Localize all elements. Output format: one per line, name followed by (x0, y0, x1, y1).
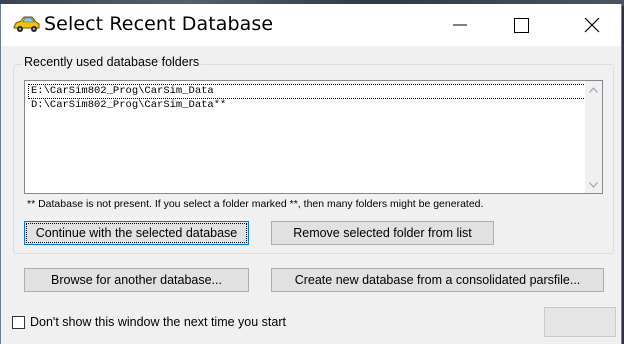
scroll-up-button[interactable] (585, 81, 602, 98)
group-legend: Recently used database folders (22, 55, 202, 69)
missing-database-note: ** Database is not present. If you selec… (27, 198, 484, 210)
dont-show-label[interactable]: Don't show this window the next time you… (30, 315, 286, 329)
list-item[interactable]: D:\CarSim802_Prog\CarSim_Data** (29, 99, 228, 112)
vertical-scrollbar[interactable] (585, 81, 602, 193)
scroll-down-button[interactable] (585, 176, 602, 193)
create-database-button[interactable]: Create new database from a consolidated … (271, 268, 604, 292)
minimize-button[interactable] (437, 4, 483, 46)
window-title: Select Recent Database (44, 13, 274, 35)
close-icon (584, 17, 600, 33)
title-bar[interactable]: Select Recent Database (1, 4, 621, 46)
close-button[interactable] (568, 4, 614, 46)
chevron-down-icon (589, 181, 598, 188)
browse-database-button[interactable]: Browse for another database... (24, 268, 249, 292)
remove-folder-button[interactable]: Remove selected folder from list (271, 221, 494, 245)
recent-folders-list[interactable]: E:\CarSim802_Prog\CarSim_Data D:\CarSim8… (24, 80, 603, 194)
chevron-up-icon (589, 86, 598, 93)
dont-show-option[interactable]: Don't show this window the next time you… (12, 314, 286, 330)
dialog-window: Select Recent Database Recently used dat… (0, 4, 622, 344)
maximize-button[interactable] (498, 4, 544, 46)
minimize-icon (453, 24, 467, 26)
blank-button[interactable] (544, 307, 616, 337)
dont-show-checkbox[interactable] (12, 315, 25, 329)
maximize-icon (514, 18, 529, 33)
car-icon (13, 16, 40, 32)
list-item[interactable]: E:\CarSim802_Prog\CarSim_Data (28, 84, 586, 99)
continue-button[interactable]: Continue with the selected database (24, 221, 249, 245)
